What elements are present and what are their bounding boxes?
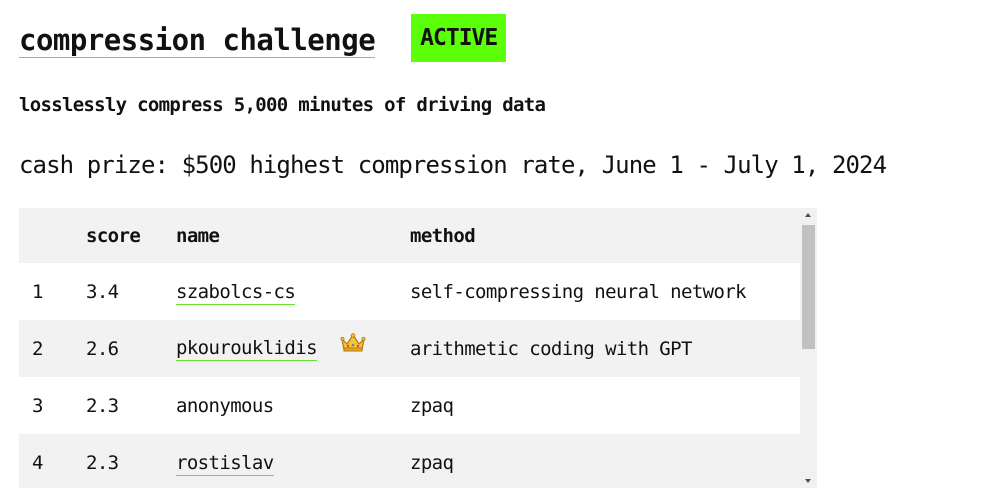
method-cell: arithmetic coding with GPT xyxy=(410,337,692,360)
user-link-szabolcs-cs[interactable]: szabolcs-cs xyxy=(176,280,296,305)
user-link-pkourouklidis[interactable]: pkourouklidis xyxy=(176,337,318,361)
rank-cell: 2 xyxy=(32,337,43,360)
vertical-scrollbar[interactable] xyxy=(800,208,817,488)
score-cell: 2.3 xyxy=(86,451,119,474)
rank-cell: 1 xyxy=(32,280,43,303)
scroll-up-arrow-icon[interactable] xyxy=(805,213,811,217)
name-cell: rostislav xyxy=(176,434,410,488)
table-row: 1 3.4 szabolcs-cs self-compressing neura… xyxy=(19,263,800,320)
column-header-score: score xyxy=(86,224,141,247)
method-cell: zpaq xyxy=(410,394,454,417)
page-title: compression challenge xyxy=(19,22,376,58)
table-header-row: score name method xyxy=(19,208,800,263)
name-cell: anonymous xyxy=(176,377,410,434)
leaderboard-table: score name method 1 3.4 szabolcs-cs self… xyxy=(19,208,800,488)
column-header-name: name xyxy=(176,224,220,247)
rank-cell: 3 xyxy=(32,394,43,417)
challenge-description: losslessly compress 5,000 minutes of dri… xyxy=(19,94,546,116)
method-cell: self-compressing neural network xyxy=(410,280,747,303)
table-row: 4 2.3 rostislav zpaq xyxy=(19,434,800,488)
scroll-down-arrow-icon[interactable] xyxy=(805,479,811,483)
name-cell: szabolcs-cs xyxy=(176,263,410,320)
score-cell: 2.6 xyxy=(86,337,119,360)
table-row: 3 2.3 anonymous zpaq xyxy=(19,377,800,434)
leaderboard-container: score name method 1 3.4 szabolcs-cs self… xyxy=(19,208,817,488)
score-cell: 2.3 xyxy=(86,394,119,417)
column-header-rank xyxy=(19,208,86,263)
title-row: compression challenge ACTIVE xyxy=(19,14,507,62)
status-badge: ACTIVE xyxy=(411,14,507,62)
scroll-thumb[interactable] xyxy=(802,225,815,349)
crown-icon xyxy=(340,333,366,358)
table-row: 2 2.6 pkourouklidis arithmetic coding wi… xyxy=(19,320,800,377)
method-cell: zpaq xyxy=(410,451,454,474)
column-header-method: method xyxy=(410,224,476,247)
user-name-anonymous: anonymous xyxy=(176,394,274,417)
rank-cell: 4 xyxy=(32,451,43,474)
user-link-rostislav[interactable]: rostislav xyxy=(176,451,274,476)
name-cell: pkourouklidis xyxy=(176,320,410,377)
score-cell: 3.4 xyxy=(86,280,119,303)
prize-info: cash prize: $500 highest compression rat… xyxy=(19,151,887,179)
